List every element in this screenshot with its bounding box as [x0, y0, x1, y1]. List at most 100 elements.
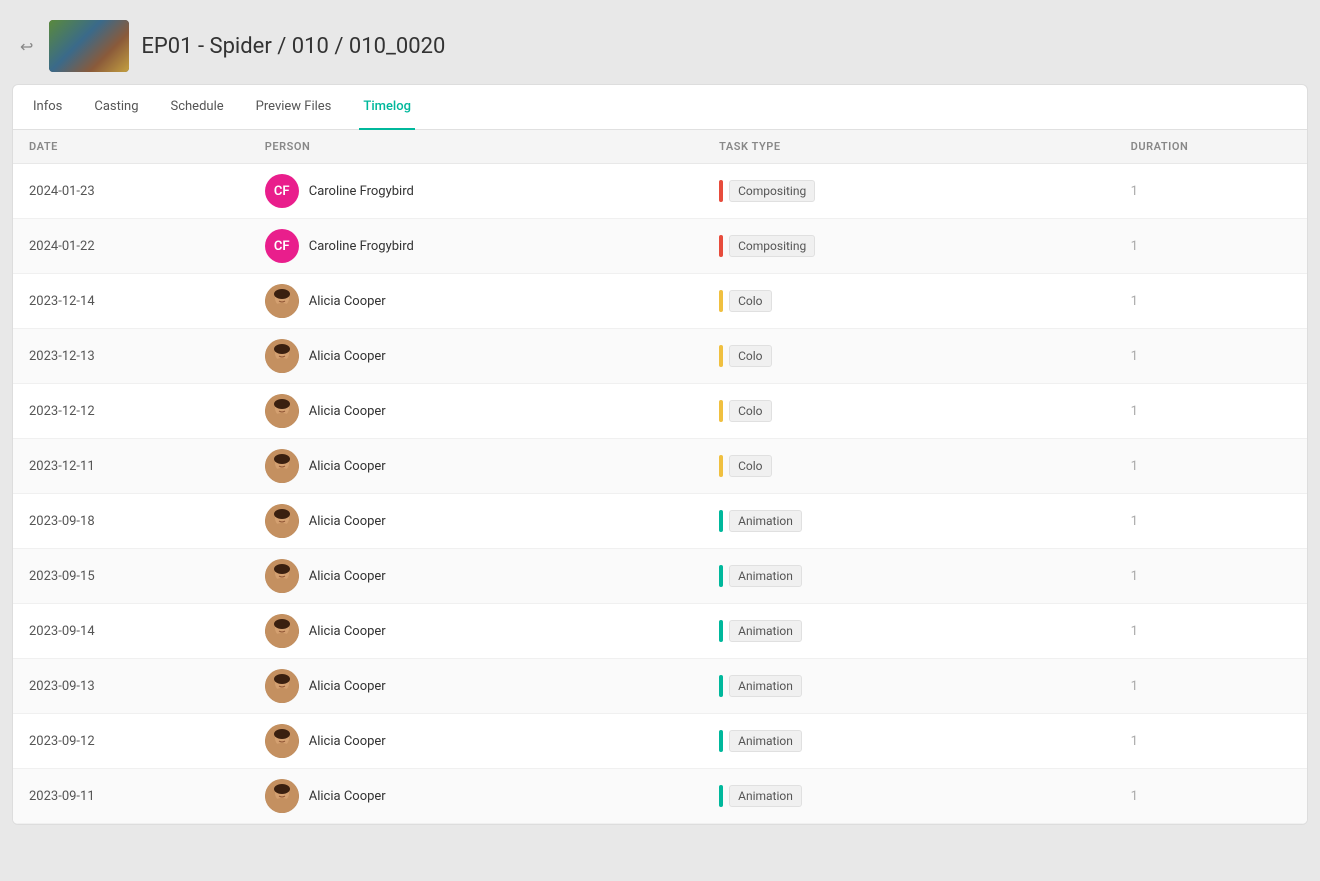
- tab-preview-files[interactable]: Preview Files: [252, 85, 336, 130]
- task-type-cell: Colo: [703, 274, 1115, 329]
- page-container: ↩ EP01 - Spider / 010 / 010_0020 Infos C…: [0, 0, 1320, 881]
- task-type-badge: Animation: [729, 510, 802, 532]
- table-row: 2024-01-22CFCaroline Frogybird Compositin…: [13, 219, 1307, 274]
- duration-cell: 1: [1115, 219, 1307, 274]
- task-type-cell: Colo: [703, 329, 1115, 384]
- table-row: 2023-09-14 Alicia Cooper Animation 1: [13, 604, 1307, 659]
- person-cell: Alicia Cooper: [249, 329, 703, 384]
- tab-timelog[interactable]: Timelog: [359, 85, 415, 130]
- task-color-bar: [719, 180, 723, 202]
- task-type-cell: Animation: [703, 769, 1115, 824]
- task-color-bar: [719, 510, 723, 532]
- person-cell: Alicia Cooper: [249, 274, 703, 329]
- task-type-badge: Animation: [729, 730, 802, 752]
- avatar: [265, 284, 299, 318]
- person-cell: Alicia Cooper: [249, 384, 703, 439]
- person-cell: Alicia Cooper: [249, 604, 703, 659]
- task-type-cell: Colo: [703, 439, 1115, 494]
- person-name: Alicia Cooper: [309, 569, 386, 584]
- task-type-cell: Colo: [703, 384, 1115, 439]
- date-cell: 2023-12-11: [13, 439, 249, 494]
- table-row: 2023-09-11 Alicia CooperAnimation1: [13, 769, 1307, 824]
- avatar: [265, 504, 299, 538]
- task-type-badge: Colo: [729, 345, 771, 367]
- task-type-cell: Compositing: [703, 164, 1115, 219]
- col-duration: DURATION: [1115, 130, 1307, 164]
- task-type-badge: Compositing: [729, 180, 815, 202]
- date-cell: 2023-09-18: [13, 494, 249, 549]
- table-header-row: DATE PERSON TASK TYPE DURATION: [13, 130, 1307, 164]
- duration-cell: 1: [1115, 494, 1307, 549]
- person-name: Alicia Cooper: [309, 679, 386, 694]
- person-cell: CFCaroline Frogybird: [249, 219, 703, 274]
- person-name: Alicia Cooper: [309, 514, 386, 529]
- timelog-table-container[interactable]: DATE PERSON TASK TYPE DURATION 2024-01-2…: [13, 130, 1307, 824]
- tabs-bar: Infos Casting Schedule Preview Files Tim…: [13, 85, 1307, 130]
- person-name: Caroline Frogybird: [309, 239, 414, 254]
- task-type-badge: Colo: [729, 400, 771, 422]
- duration-cell: 1: [1115, 659, 1307, 714]
- person-name: Alicia Cooper: [309, 459, 386, 474]
- table-row: 2023-12-11 Alicia CooperColo1: [13, 439, 1307, 494]
- duration-cell: 1: [1115, 384, 1307, 439]
- task-type-badge: Compositing: [729, 235, 815, 257]
- avatar: [265, 394, 299, 428]
- date-cell: 2023-12-13: [13, 329, 249, 384]
- header-bar: ↩ EP01 - Spider / 010 / 010_0020: [12, 12, 1308, 84]
- date-cell: 2023-09-12: [13, 714, 249, 769]
- task-type-cell: Animation: [703, 714, 1115, 769]
- person-cell: Alicia Cooper: [249, 714, 703, 769]
- date-cell: 2024-01-22: [13, 219, 249, 274]
- tab-schedule[interactable]: Schedule: [167, 85, 228, 130]
- avatar: [265, 779, 299, 813]
- table-row: 2023-12-12 Alicia CooperColo1: [13, 384, 1307, 439]
- tab-casting[interactable]: Casting: [90, 85, 142, 130]
- table-row: 2023-09-13 Alicia Cooper Animation 1: [13, 659, 1307, 714]
- avatar: [265, 559, 299, 593]
- duration-cell: 1: [1115, 274, 1307, 329]
- avatar: [265, 449, 299, 483]
- task-type-badge: Animation: [729, 565, 802, 587]
- col-task-type: TASK TYPE: [703, 130, 1115, 164]
- table-row: 2023-09-12 Alicia CooperAnimation1: [13, 714, 1307, 769]
- table-row: 2024-01-23 CF Caroline Frogybird Compositin…: [13, 164, 1307, 219]
- task-color-bar: [719, 290, 723, 312]
- person-cell: Alicia Cooper: [249, 549, 703, 604]
- back-button[interactable]: ↩: [16, 33, 37, 60]
- task-type-cell: Animation: [703, 494, 1115, 549]
- person-name: Alicia Cooper: [309, 404, 386, 419]
- person-cell: Alicia Cooper: [249, 659, 703, 714]
- duration-cell: 1: [1115, 604, 1307, 659]
- duration-cell: 1: [1115, 549, 1307, 604]
- duration-cell: 1: [1115, 329, 1307, 384]
- avatar: [265, 339, 299, 373]
- task-type-badge: Animation: [729, 620, 802, 642]
- task-color-bar: [719, 675, 723, 697]
- tab-infos[interactable]: Infos: [29, 85, 66, 130]
- page-title: EP01 - Spider / 010 / 010_0020: [141, 34, 445, 59]
- person-name: Alicia Cooper: [309, 349, 386, 364]
- avatar: [265, 724, 299, 758]
- date-cell: 2024-01-23: [13, 164, 249, 219]
- date-cell: 2023-09-13: [13, 659, 249, 714]
- duration-cell: 1: [1115, 164, 1307, 219]
- task-color-bar: [719, 785, 723, 807]
- task-type-badge: Animation: [729, 675, 802, 697]
- task-color-bar: [719, 400, 723, 422]
- person-cell: Alicia Cooper: [249, 494, 703, 549]
- table-row: 2023-09-15 Alicia CooperAnimation1: [13, 549, 1307, 604]
- task-type-cell: Animation: [703, 659, 1115, 714]
- timelog-table: DATE PERSON TASK TYPE DURATION 2024-01-2…: [13, 130, 1307, 824]
- person-cell: Alicia Cooper: [249, 439, 703, 494]
- person-name: Alicia Cooper: [309, 294, 386, 309]
- duration-cell: 1: [1115, 769, 1307, 824]
- date-cell: 2023-09-14: [13, 604, 249, 659]
- avatar: CF: [265, 174, 299, 208]
- table-row: 2023-09-18 Alicia Cooper Animation 1: [13, 494, 1307, 549]
- avatar: [265, 669, 299, 703]
- task-type-cell: Animation: [703, 604, 1115, 659]
- task-color-bar: [719, 455, 723, 477]
- task-type-cell: Animation: [703, 549, 1115, 604]
- person-name: Caroline Frogybird: [309, 184, 414, 199]
- avatar: [265, 614, 299, 648]
